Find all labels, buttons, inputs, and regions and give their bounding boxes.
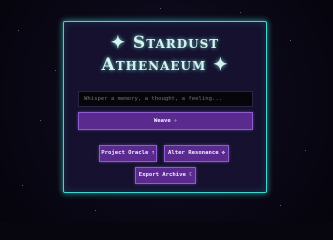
compass-star-icon: ✥ [221, 150, 225, 156]
star [305, 150, 306, 151]
page-title: ✦ Stardust Athenaeum ✦ [64, 32, 266, 76]
memory-input[interactable] [78, 91, 253, 107]
project-oracle-button[interactable]: Project Oracle ↑ [99, 145, 157, 162]
star [280, 205, 281, 206]
arrow-up-icon: ↑ [151, 150, 155, 156]
star [55, 70, 56, 71]
star [40, 120, 41, 121]
weave-button[interactable]: Weave ✧ [78, 112, 253, 130]
sparkle-icon: ✧ [173, 118, 178, 124]
star [290, 40, 291, 41]
star [18, 30, 19, 31]
title-line-1: ✦ Stardust [110, 33, 220, 53]
star [95, 210, 96, 211]
moon-icon: ☾ [188, 172, 193, 178]
export-archive-button[interactable]: Export Archive ☾ [135, 167, 196, 184]
export-archive-label: Export Archive [138, 172, 186, 178]
title-line-2: Athenaeum ✦ [101, 55, 229, 75]
project-oracle-label: Project Oracle [101, 150, 149, 156]
main-panel: ✦ Stardust Athenaeum ✦ Weave✧ Project Or… [63, 21, 267, 193]
weave-button-label: Weave [153, 118, 171, 124]
star [240, 12, 241, 13]
star [160, 8, 161, 9]
star [22, 185, 23, 186]
alter-resonance-label: Alter Resonance [168, 150, 219, 156]
alter-resonance-button[interactable]: Alter Resonance ✥ [164, 145, 229, 162]
